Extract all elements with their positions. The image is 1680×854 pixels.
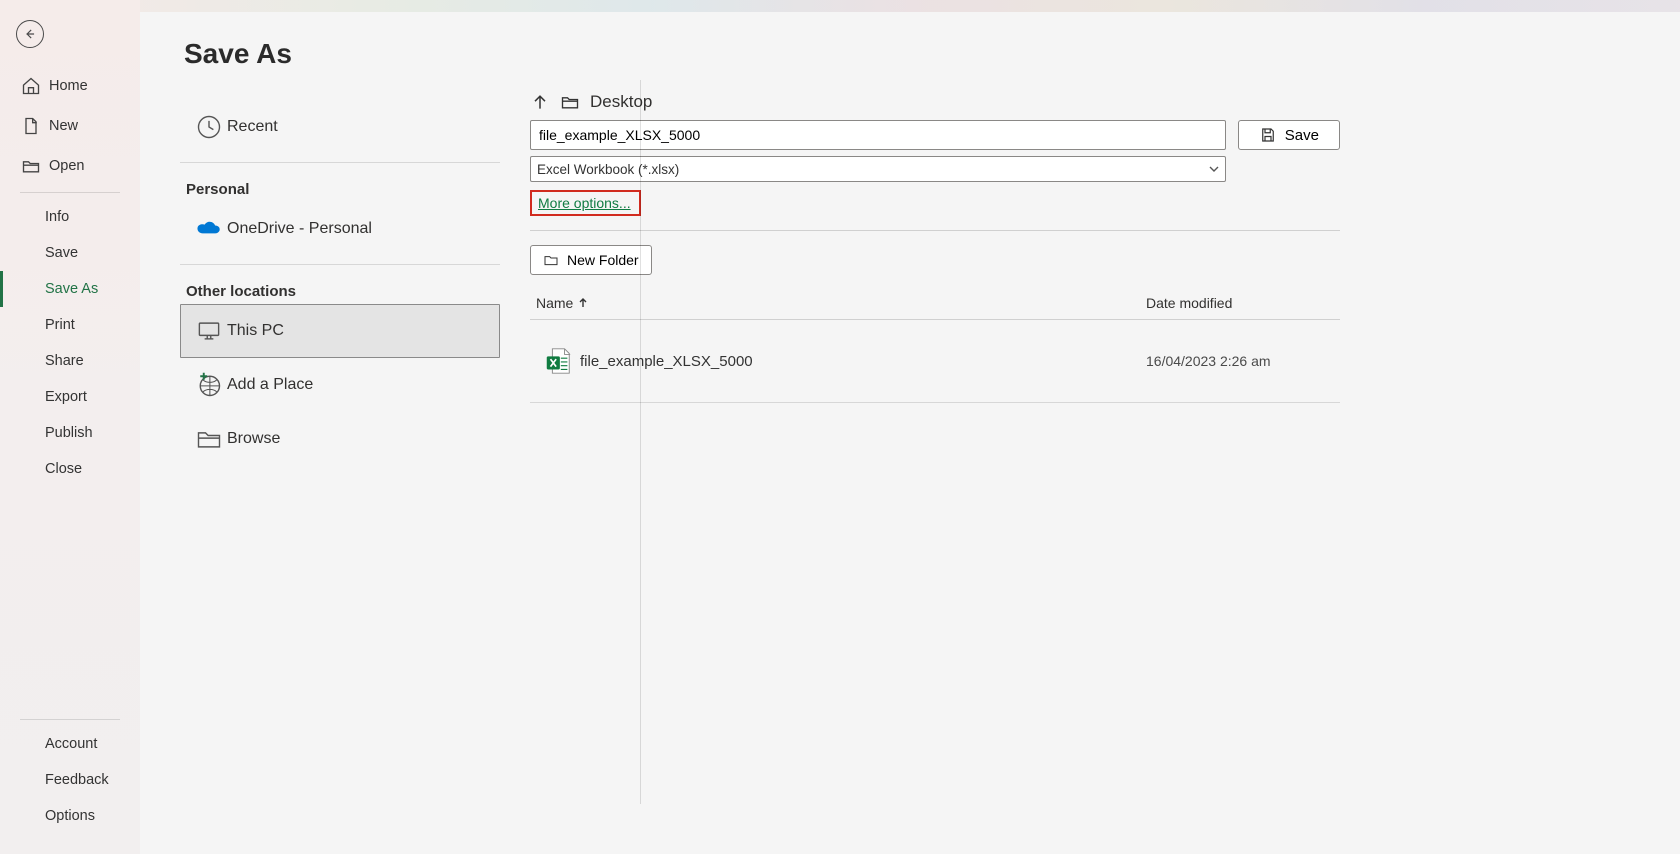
breadcrumb-text: Desktop — [590, 92, 652, 112]
nav-save-as-label: Save As — [45, 281, 98, 297]
locations-section-personal: Personal — [186, 181, 500, 198]
file-row-name: file_example_XLSX_5000 — [580, 353, 1146, 370]
excel-file-icon — [536, 346, 580, 376]
sort-asc-icon — [577, 297, 589, 309]
locations-panel: Recent Personal OneDrive - Personal Othe… — [180, 90, 500, 830]
nav-divider-bottom — [20, 719, 120, 720]
nav-share[interactable]: Share — [0, 343, 140, 379]
nav-save[interactable]: Save — [0, 235, 140, 271]
column-divider — [640, 80, 641, 804]
more-options-link[interactable]: More options... — [535, 194, 634, 212]
nav-share-label: Share — [45, 353, 84, 369]
home-icon — [21, 76, 41, 96]
nav-account-label: Account — [45, 736, 97, 752]
folder-open-icon — [560, 92, 580, 112]
breadcrumb-folder[interactable] — [560, 92, 580, 112]
column-date-label: Date modified — [1146, 295, 1232, 311]
nav-info[interactable]: Info — [0, 199, 140, 235]
nav-close[interactable]: Close — [0, 451, 140, 487]
nav-home[interactable]: Home — [0, 66, 140, 106]
content-area: Save As Recent Personal OneDrive - Perso… — [140, 12, 1680, 854]
nav-save-as[interactable]: Save As — [0, 271, 140, 307]
location-this-pc[interactable]: This PC — [180, 304, 500, 358]
nav-print[interactable]: Print — [0, 307, 140, 343]
nav-feedback[interactable]: Feedback — [0, 762, 140, 798]
new-folder-icon — [543, 252, 559, 268]
location-add-a-place[interactable]: Add a Place — [180, 358, 500, 412]
details-divider — [530, 230, 1340, 231]
details-panel: Desktop Excel Workbook (*.xlsx) More opt… — [530, 90, 1340, 830]
location-onedrive-personal[interactable]: OneDrive - Personal — [180, 202, 500, 256]
nav-save-label: Save — [45, 245, 78, 261]
locations-section-other: Other locations — [186, 283, 500, 300]
new-folder-label: New Folder — [567, 252, 639, 268]
column-name-label: Name — [536, 295, 573, 311]
nav-feedback-label: Feedback — [45, 772, 109, 788]
location-this-pc-label: This PC — [227, 322, 284, 340]
column-date-header[interactable]: Date modified — [1146, 295, 1336, 311]
nav-open-label: Open — [49, 158, 84, 174]
file-row[interactable]: file_example_XLSX_5000 16/04/2023 2:26 a… — [530, 320, 1340, 403]
location-onedrive-personal-label: OneDrive - Personal — [227, 220, 372, 238]
location-add-a-place-label: Add a Place — [227, 376, 313, 394]
onedrive-icon — [191, 215, 227, 243]
nav-export[interactable]: Export — [0, 379, 140, 415]
chevron-down-icon — [1209, 164, 1219, 174]
new-file-icon — [21, 116, 41, 136]
nav-print-label: Print — [45, 317, 75, 333]
locations-divider — [180, 264, 500, 265]
nav-account[interactable]: Account — [0, 726, 140, 762]
this-pc-icon — [191, 317, 227, 345]
folder-open-icon — [21, 156, 41, 176]
new-folder-button[interactable]: New Folder — [530, 245, 652, 275]
location-recent-label: Recent — [227, 118, 278, 136]
folder-icon — [191, 425, 227, 453]
file-row-date: 16/04/2023 2:26 am — [1146, 353, 1336, 369]
file-type-label: Excel Workbook (*.xlsx) — [537, 162, 679, 177]
nav-divider — [20, 192, 120, 193]
arrow-left-icon — [23, 27, 37, 41]
locations-divider — [180, 162, 500, 163]
column-name-header[interactable]: Name — [536, 295, 1146, 311]
file-list-header: Name Date modified — [530, 287, 1340, 320]
location-browse-label: Browse — [227, 430, 280, 448]
nav-export-label: Export — [45, 389, 87, 405]
nav-home-label: Home — [49, 78, 88, 94]
nav-close-label: Close — [45, 461, 82, 477]
back-button[interactable] — [16, 20, 44, 48]
nav-info-label: Info — [45, 209, 69, 225]
save-icon — [1259, 126, 1277, 144]
location-recent[interactable]: Recent — [180, 100, 500, 154]
add-place-icon — [191, 371, 227, 399]
save-button-label: Save — [1285, 127, 1319, 144]
nav-open[interactable]: Open — [0, 146, 140, 186]
arrow-up-icon — [530, 92, 550, 112]
filename-input[interactable] — [530, 120, 1226, 150]
nav-options[interactable]: Options — [0, 798, 140, 834]
more-options-highlight: More options... — [530, 190, 641, 216]
page-title: Save As — [184, 38, 1640, 70]
backstage-sidebar: Home New Open Info Save Save As Print — [0, 0, 140, 854]
nav-options-label: Options — [45, 808, 95, 824]
nav-new-label: New — [49, 118, 78, 134]
nav-new[interactable]: New — [0, 106, 140, 146]
location-browse[interactable]: Browse — [180, 412, 500, 466]
nav-publish[interactable]: Publish — [0, 415, 140, 451]
file-type-select[interactable]: Excel Workbook (*.xlsx) — [530, 156, 1226, 182]
up-folder-button[interactable] — [530, 92, 550, 112]
window-title-strip — [140, 0, 1680, 12]
save-button[interactable]: Save — [1238, 120, 1340, 150]
clock-icon — [191, 113, 227, 141]
nav-publish-label: Publish — [45, 425, 93, 441]
